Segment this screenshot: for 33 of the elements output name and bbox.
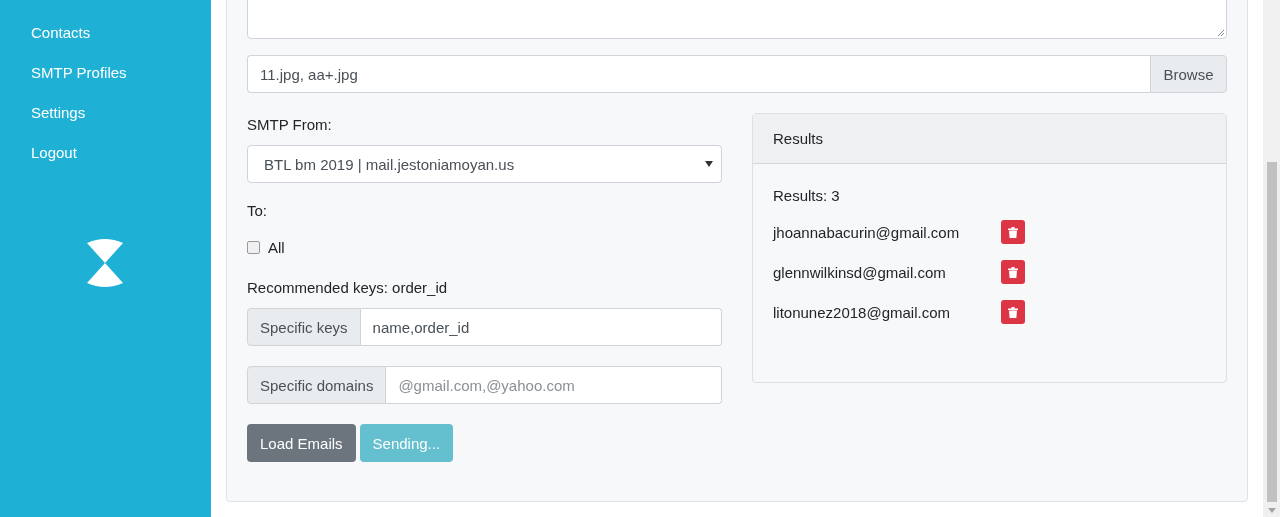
nav-link[interactable]: Settings xyxy=(31,102,86,123)
keys-input-field[interactable]: name,order_id xyxy=(360,308,722,346)
field-label: To: xyxy=(247,201,267,221)
nav-link[interactable]: Contacts xyxy=(31,22,91,43)
delete-button[interactable] xyxy=(1001,220,1025,244)
panel-title: Results xyxy=(773,130,824,147)
nav-link[interactable]: SMTP Profiles xyxy=(31,62,127,83)
checkbox[interactable] xyxy=(247,241,260,254)
checkbox-label: All xyxy=(268,239,285,256)
delete-button[interactable] xyxy=(1001,300,1025,324)
email-address: jhoannabacurin@gmail.com xyxy=(773,223,961,241)
input-addon: Specific domains xyxy=(247,366,387,404)
nav-link[interactable]: Logout xyxy=(31,142,77,163)
load-emails-button[interactable]: Load Emails xyxy=(247,424,356,462)
delete-button[interactable] xyxy=(1001,260,1025,284)
input-addon: Specific keys xyxy=(247,308,361,346)
browse-button[interactable]: Browse xyxy=(1150,55,1227,93)
email-address: litonunez2018@gmail.com xyxy=(773,303,951,321)
email-address: glennwilkinsd@gmail.com xyxy=(773,263,947,281)
field-label: SMTP From: xyxy=(247,115,332,135)
trash-icon xyxy=(1008,306,1018,318)
file-input[interactable]: 11.jpg, aa+.jpg xyxy=(247,55,1150,93)
resize-grip-icon xyxy=(1215,27,1225,37)
recommended-keys-text: Recommended keys: order_id xyxy=(247,278,448,298)
trash-icon xyxy=(1008,226,1018,238)
smtp-select[interactable]: BTL bm 2019 | mail.jestoniamoyan.us xyxy=(247,145,722,183)
domains-input-field[interactable]: @gmail.com,@yahoo.com xyxy=(386,366,722,404)
caret-icon xyxy=(705,161,713,167)
results-count: Results: 3 xyxy=(773,186,840,206)
scrollbar[interactable] xyxy=(1263,0,1280,517)
trash-icon xyxy=(1008,266,1018,278)
scroll-down-icon[interactable] xyxy=(1267,508,1276,513)
hourglass-logo-icon xyxy=(85,237,125,289)
